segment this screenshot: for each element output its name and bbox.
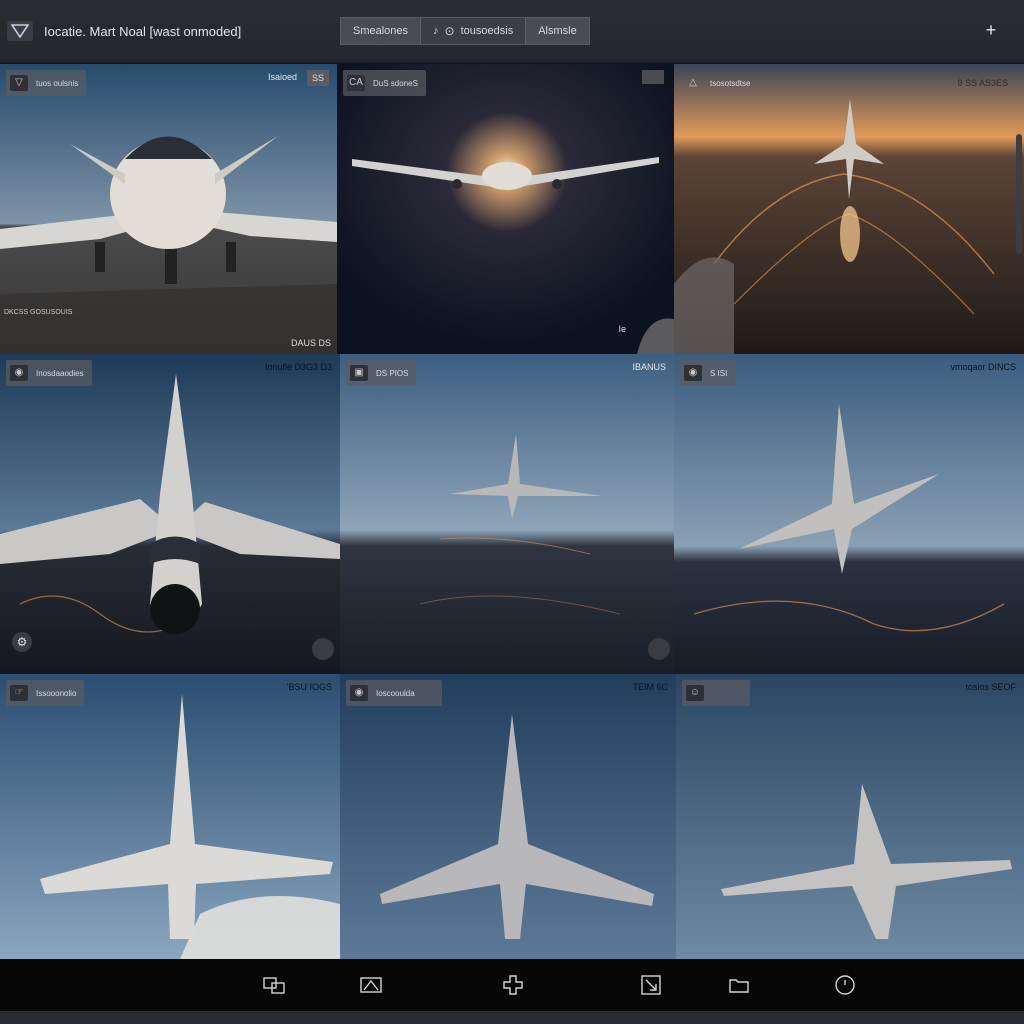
note-icon: ♪	[433, 25, 439, 37]
tile-chip-label: DS PIOS	[376, 368, 409, 378]
circle-action-icon[interactable]	[312, 638, 334, 660]
tile-corner-text: DAUS DS	[290, 338, 331, 348]
tile-tag: tosios SEOF	[965, 682, 1016, 692]
status-strip	[0, 1011, 1024, 1024]
tile-tag: Ionufle D3G3 D3	[264, 362, 332, 372]
circle-icon[interactable]	[832, 972, 858, 998]
hand-icon: ☞	[10, 685, 28, 701]
windows-icon[interactable]	[261, 972, 287, 998]
tile-tag: TEIM 6C	[632, 682, 668, 692]
image-tile[interactable]: CA DuS sdoneS Ie	[337, 64, 674, 354]
tile-tag: 9 SS AS3ES	[957, 78, 1008, 88]
tab-tousoedsis[interactable]: ♪ ⊙ tousoedsis	[421, 18, 527, 44]
avatar-icon: ☺	[686, 685, 704, 701]
tile-chip-label: Issooonolio	[36, 688, 77, 698]
tile-badge: SS	[307, 70, 329, 86]
image-tile[interactable]: ◉ Ioscooulda TEIM 6C	[340, 674, 676, 959]
image-crop-icon[interactable]	[358, 972, 384, 998]
tile-chip[interactable]: ▣ DS PIOS	[346, 360, 417, 386]
bottom-dock	[0, 959, 1024, 1011]
tile-tag: 'BSU IOGS	[286, 682, 332, 692]
image-tile[interactable]: ▣ DS PIOS IBANUS	[340, 354, 674, 674]
tile-chip-label: tuos oulsnis	[36, 78, 79, 88]
tile-chip-label: DuS sdoneS	[373, 78, 418, 88]
camera-icon: ◉	[684, 365, 702, 381]
tile-chip[interactable]: ◉ Inosdaaodies	[6, 360, 92, 386]
circle-action-icon[interactable]	[648, 638, 670, 660]
export-icon[interactable]	[638, 972, 664, 998]
ca-logo-icon: CA	[347, 75, 365, 91]
triangle-logo-icon[interactable]	[7, 21, 33, 41]
toolbar-tabs: Smealones ♪ ⊙ tousoedsis Alsmsle	[340, 17, 590, 45]
tile-chip[interactable]: ◉ S ISI	[680, 360, 736, 386]
tile-corner-text: Ie	[618, 324, 626, 334]
folder-icon[interactable]	[726, 972, 752, 998]
tile-chip[interactable]: ☺	[682, 680, 750, 706]
settings-icon[interactable]: ⚙	[12, 632, 32, 652]
tile-chip[interactable]: ◉ Ioscooulda	[346, 680, 442, 706]
tile-chip-label: S ISI	[710, 368, 728, 378]
tab-tousoedsis-label: tousoedsis	[460, 25, 514, 37]
image-tile[interactable]: ◉ Inosdaaodies Ionufle D3G3 D3 ⚙	[0, 354, 340, 674]
tile-chip-label: Inosdaaodies	[36, 368, 84, 378]
image-grid: ▽ tuos oulsnis Isaioed SS DKCSS GOSUSOUI…	[0, 64, 1024, 959]
tile-chip[interactable]: △ tsosotsdtse	[680, 70, 758, 96]
triangle-icon: ▽	[10, 75, 28, 91]
link-icon: ⊙	[444, 24, 455, 38]
tab-alsmsle[interactable]: Alsmsle	[526, 18, 589, 44]
window-title: Iocatie. Mart Noal [wast onmoded]	[44, 24, 242, 39]
camera-icon: ◉	[10, 365, 28, 381]
tile-chip-label: tsosotsdtse	[710, 78, 751, 88]
puzzle-icon[interactable]	[500, 972, 526, 998]
tab-smealones[interactable]: Smealones	[341, 18, 422, 44]
camera-icon: ◉	[350, 685, 368, 701]
folder-icon: ▣	[350, 365, 368, 381]
tile-badge	[642, 70, 664, 84]
image-tile[interactable]: ☺ tosios SEOF	[676, 674, 1024, 959]
scrollbar[interactable]	[1016, 134, 1022, 254]
tile-chip-label: Ioscooulda	[376, 688, 415, 698]
triangle-icon: △	[689, 77, 697, 88]
image-tile[interactable]: △ tsosotsdtse 9 SS AS3ES	[674, 64, 1024, 354]
tile-chip[interactable]: CA DuS sdoneS	[343, 70, 426, 96]
tile-footnote: DKCSS GOSUSOUIS	[4, 309, 73, 316]
image-tile[interactable]: ▽ tuos oulsnis Isaioed SS DKCSS GOSUSOUI…	[0, 64, 337, 354]
tile-tag: IBANUS	[632, 362, 666, 372]
title-bar: Iocatie. Mart Noal [wast onmoded] Smealo…	[0, 0, 1024, 63]
tile-tag: Isaioed	[267, 72, 297, 82]
image-tile[interactable]: ☞ Issooonolio 'BSU IOGS	[0, 674, 340, 959]
plus-icon[interactable]: +	[980, 18, 1002, 42]
tile-tag: vmoqaor DINCS	[950, 362, 1016, 372]
tile-chip[interactable]: ▽ tuos oulsnis	[6, 70, 87, 96]
tile-chip[interactable]: ☞ Issooonolio	[6, 680, 85, 706]
image-tile[interactable]: ◉ S ISI vmoqaor DINCS	[674, 354, 1024, 674]
